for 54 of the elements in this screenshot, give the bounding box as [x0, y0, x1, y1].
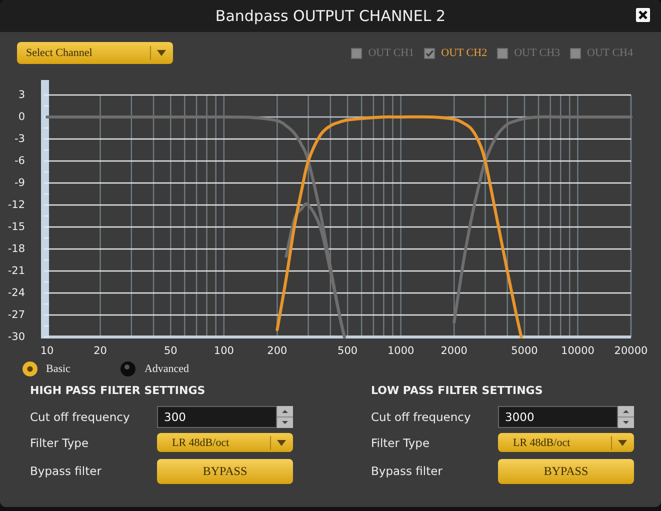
x-axis-label: 1000: [387, 344, 414, 357]
checkbox[interactable]: [497, 48, 508, 58]
radio-button[interactable]: [22, 361, 38, 377]
field-label: Filter Type: [371, 436, 431, 450]
filter-type-dropdown[interactable]: LR 48dB/oct: [157, 433, 293, 452]
spinner-arrows-icon[interactable]: [277, 406, 293, 428]
y-axis-label: -21: [8, 264, 25, 277]
x-axis-label: 200: [267, 344, 288, 357]
x-axis-label: 500: [338, 344, 358, 357]
field-label: Cut off frequency: [30, 410, 131, 424]
y-axis-label: -15: [8, 220, 25, 233]
y-axis-label: -24: [8, 286, 25, 299]
x-axis-label: 5000: [511, 344, 538, 357]
x-axis-label: 10: [40, 344, 54, 357]
x-axis-label: 2000: [440, 344, 468, 357]
spinner-arrows-icon[interactable]: [618, 406, 634, 428]
number-field[interactable]: 3000: [498, 406, 618, 428]
section-title: LOW PASS FILTER SETTINGS: [371, 384, 544, 397]
y-axis-label: -30: [8, 330, 25, 343]
y-axis-label: -27: [8, 308, 25, 321]
radio-label[interactable]: Advanced: [144, 363, 190, 375]
checkbox-label[interactable]: OUT CH2: [441, 47, 488, 59]
caret-icon: [157, 50, 166, 56]
channel-dropdown[interactable]: Select Channel: [17, 42, 173, 64]
x-axis-label: 100: [214, 344, 234, 357]
y-axis-label: -18: [8, 242, 25, 255]
x-axis-label: 50: [164, 344, 178, 357]
x-axis-label: 10000: [561, 344, 594, 357]
field-label: Filter Type: [30, 436, 90, 450]
field-label: Bypass filter: [30, 464, 102, 478]
number-field[interactable]: 300: [157, 406, 277, 428]
x-axis-label: 20000: [614, 344, 648, 357]
checkbox[interactable]: [351, 48, 362, 58]
y-axis-label: 3: [18, 88, 25, 101]
section-title: HIGH PASS FILTER SETTINGS: [30, 384, 206, 397]
caret-icon: [277, 440, 286, 446]
radio-label[interactable]: Basic: [46, 363, 70, 375]
checkbox[interactable]: [570, 48, 582, 58]
field-label: Cut off frequency: [371, 410, 472, 424]
bypass-button[interactable]: BYPASS: [498, 459, 634, 484]
caret-icon: [618, 440, 627, 446]
y-axis-label: -9: [14, 176, 25, 189]
x-axis-label: 20: [94, 344, 107, 357]
y-axis-label: -12: [8, 198, 25, 211]
y-axis-label: 0: [18, 110, 25, 123]
close-icon[interactable]: [636, 8, 650, 22]
window-title: Bandpass OUTPUT CHANNEL 2: [215, 7, 446, 25]
filter-type-dropdown[interactable]: LR 48dB/oct: [498, 433, 634, 452]
checkbox[interactable]: [424, 48, 436, 58]
bypass-button[interactable]: BYPASS: [157, 459, 293, 484]
y-axis-label: -6: [14, 154, 25, 167]
y-axis-label: -3: [14, 132, 25, 145]
field-label: Bypass filter: [371, 464, 444, 478]
radio-button[interactable]: [120, 361, 136, 377]
